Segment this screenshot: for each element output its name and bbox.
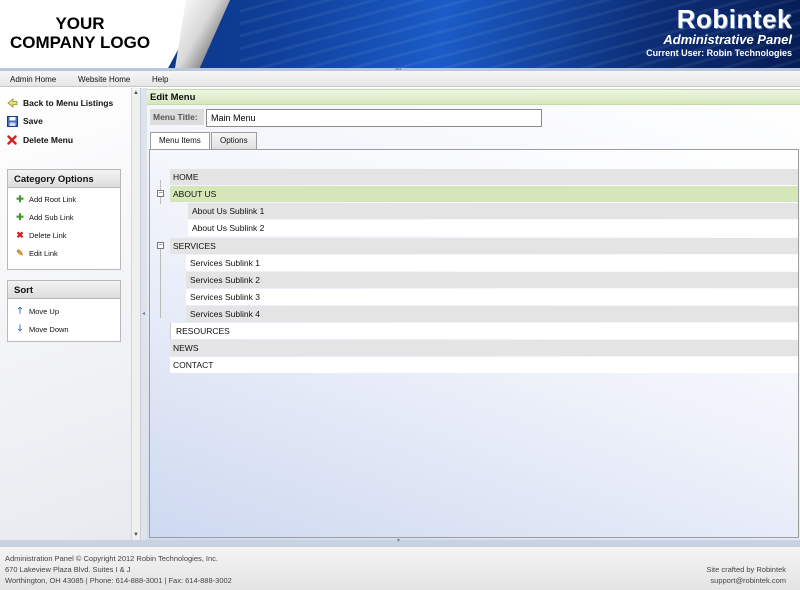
plus-icon: ✚ (16, 193, 24, 204)
tree-item-contact[interactable]: CONTACT (170, 357, 798, 373)
footer-company-info: Administration Panel © Copyright 2012 Ro… (5, 553, 232, 586)
main-panel: Edit Menu Menu Title: Menu Items Options… (147, 88, 800, 540)
footer-contact: Worthington, OH 43085 | Phone: 614-888-3… (5, 576, 232, 585)
nav-website-home[interactable]: Website Home (78, 75, 130, 84)
header-banner: YOUR COMPANY LOGO Robintek Administrativ… (0, 0, 800, 68)
collapse-left-icon[interactable]: ◂ (142, 310, 145, 317)
footer-copyright: Administration Panel © Copyright 2012 Ro… (5, 554, 219, 563)
tree-item-services-sublink-3[interactable]: Services Sublink 3 (186, 289, 798, 305)
current-user: Current User: Robin Technologies (646, 48, 792, 58)
category-options-title: Category Options (8, 170, 120, 188)
category-options-panel: Category Options ✚ Add Root Link ✚ Add S… (7, 169, 121, 270)
tree-item-services-sublink-1[interactable]: Services Sublink 1 (186, 255, 798, 271)
tab-menu-items[interactable]: Menu Items (150, 132, 210, 150)
edit-link-label: Edit Link (29, 248, 58, 258)
company-logo[interactable]: YOUR COMPANY LOGO (0, 14, 160, 52)
red-x-icon (6, 134, 18, 146)
brand-block: Robintek Administrative Panel Current Us… (646, 5, 792, 60)
tree-item-services[interactable]: SERVICES (170, 238, 798, 254)
footer-crafted-by: Site crafted by Robintek (706, 565, 786, 574)
scroll-up-arrow-icon[interactable]: ▲ (133, 90, 139, 96)
move-up-label: Move Up (29, 306, 60, 316)
brand-name: Robintek (676, 4, 792, 34)
arrow-up-icon: 🡑 (17, 305, 23, 315)
sort-panel: Sort 🡑 Move Up 🡓 Move Down (7, 280, 121, 342)
footer-address: 670 Lakeview Plaza Blvd. Suites I & J (5, 565, 131, 574)
delete-link-button[interactable]: ✖ Delete Link (8, 226, 120, 244)
add-root-link-label: Add Root Link (29, 194, 77, 204)
sort-title: Sort (8, 281, 120, 299)
tree-item-resources[interactable]: RESOURCES (170, 323, 798, 339)
menu-items-tree: HOME − ABOUT US About Us Sublink 1 About… (149, 149, 799, 538)
tab-options[interactable]: Options (211, 132, 257, 149)
plus-icon: ✚ (16, 211, 24, 222)
save-label: Save (23, 116, 43, 126)
add-sub-link-label: Add Sub Link (29, 212, 74, 222)
edit-menu-title: Edit Menu (147, 89, 800, 105)
tree-item-news[interactable]: NEWS (170, 340, 798, 356)
back-to-menu-listings-button[interactable]: Back to Menu Listings (6, 96, 113, 110)
tree-item-about-us-sublink-2[interactable]: About Us Sublink 2 (188, 220, 798, 236)
back-arrow-icon (6, 97, 18, 109)
move-down-button[interactable]: 🡓 Move Down (8, 320, 120, 338)
delete-link-label: Delete Link (29, 230, 67, 240)
tree-item-about-us-sublink-1[interactable]: About Us Sublink 1 (188, 203, 798, 219)
tree-connector (160, 248, 161, 318)
add-root-link-button[interactable]: ✚ Add Root Link (8, 190, 120, 208)
tree-item-home[interactable]: HOME (170, 169, 798, 185)
back-to-menu-listings-label: Back to Menu Listings (23, 98, 114, 108)
scroll-down-arrow-icon[interactable]: ▼ (133, 532, 139, 538)
collapse-down-icon[interactable]: ▾ (397, 537, 400, 544)
brand-subtitle: Administrative Panel (663, 32, 792, 47)
pencil-icon: ✎ (16, 247, 24, 258)
tree-item-services-sublink-2[interactable]: Services Sublink 2 (186, 272, 798, 288)
delete-menu-button[interactable]: Delete Menu (6, 133, 73, 147)
tree-item-services-sublink-4[interactable]: Services Sublink 4 (186, 306, 798, 322)
delete-menu-label: Delete Menu (23, 135, 74, 145)
nav-admin-home[interactable]: Admin Home (10, 75, 56, 84)
tree-item-about-us[interactable]: ABOUT US (170, 186, 798, 202)
menu-title-label: Menu Title: (150, 109, 204, 125)
edit-link-button[interactable]: ✎ Edit Link (8, 244, 120, 262)
sidebar: Back to Menu Listings Save Delete Menu C… (0, 88, 141, 540)
top-nav: ▪▪▪ Admin Home Website Home Help (0, 67, 800, 87)
save-disk-icon (6, 115, 18, 127)
sidebar-scrollbar[interactable]: ▲ ▼ (131, 88, 140, 540)
menu-title-input[interactable] (206, 109, 542, 127)
arrow-down-icon: 🡓 (17, 323, 23, 333)
footer-support-email[interactable]: support@robintek.com (706, 575, 786, 586)
move-up-button[interactable]: 🡑 Move Up (8, 302, 120, 320)
footer: Administration Panel © Copyright 2012 Ro… (0, 546, 800, 590)
logo-line-1: YOUR (55, 14, 105, 33)
red-x-icon: ✖ (16, 229, 24, 240)
nav-help[interactable]: Help (152, 75, 168, 84)
add-sub-link-button[interactable]: ✚ Add Sub Link (8, 208, 120, 226)
logo-line-2: COMPANY LOGO (9, 33, 151, 52)
collapse-services-icon[interactable]: − (157, 242, 164, 249)
collapse-grip-icon[interactable]: ▪▪▪ (395, 67, 401, 73)
collapse-about-us-icon[interactable]: − (157, 190, 164, 197)
move-down-label: Move Down (29, 324, 69, 334)
footer-credit: Site crafted by Robintek support@robinte… (706, 564, 786, 586)
save-button[interactable]: Save (6, 114, 43, 128)
